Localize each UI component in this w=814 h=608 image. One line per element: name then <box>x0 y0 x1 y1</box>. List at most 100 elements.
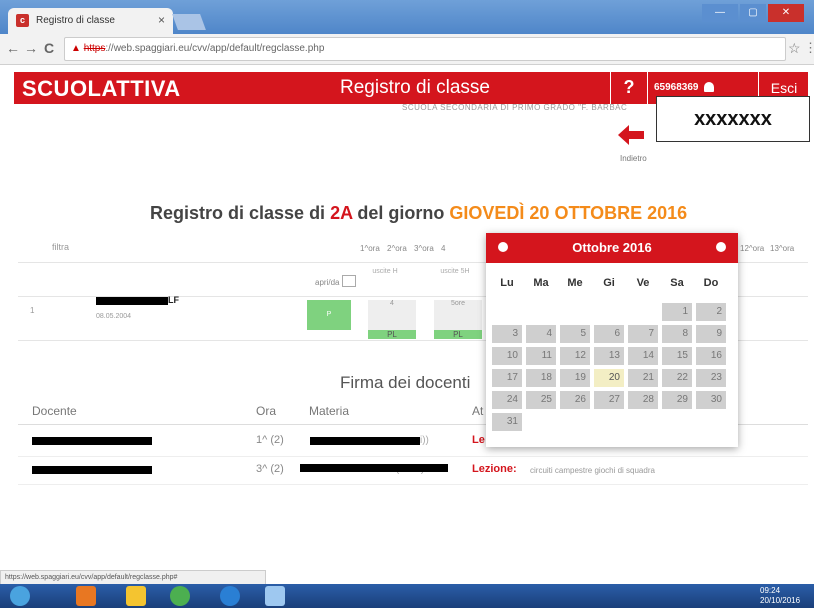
calendar-day[interactable]: 17 <box>492 369 522 387</box>
back-arrow-icon[interactable] <box>618 123 644 147</box>
hour-1: 1^ora <box>360 244 380 253</box>
pl-cell[interactable]: 5ore PL <box>434 300 482 339</box>
hour-2: 2^ora <box>387 244 407 253</box>
help-button[interactable]: ? <box>610 72 647 104</box>
calendar-day[interactable]: 6 <box>594 325 624 343</box>
pl-label: PL <box>453 330 463 339</box>
dow-label: Do <box>703 277 719 289</box>
filter-link[interactable]: filtra <box>52 242 69 252</box>
calendar-day[interactable]: 26 <box>560 391 590 409</box>
dow-label: Lu <box>500 277 514 289</box>
school-name: SCUOLA SECONDARIA DI PRIMO GRADO "F. BAR… <box>402 103 628 112</box>
calendar-day[interactable]: 30 <box>696 391 726 409</box>
page-title-prefix: Registro di classe di <box>150 203 331 223</box>
address-bar[interactable]: ▲ https://web.spaggiari.eu/cvv/app/defau… <box>64 37 786 61</box>
calendar-day[interactable]: 10 <box>492 347 522 365</box>
hour-3: 3^ora <box>414 244 434 253</box>
back-nav-icon[interactable]: ← <box>6 40 20 56</box>
new-tab-button[interactable] <box>172 14 206 30</box>
calendar-day[interactable]: 13 <box>594 347 624 365</box>
chrome-icon[interactable] <box>170 586 190 606</box>
url-path: ://web.spaggiari.eu/cvv/app/default/regc… <box>105 43 325 54</box>
bookmark-star-icon[interactable]: ☆ <box>788 40 801 57</box>
app-title: Registro di classe <box>340 77 490 98</box>
col-head: uscite H <box>372 268 398 275</box>
minimize-button[interactable]: — <box>702 4 738 22</box>
divider <box>18 484 808 485</box>
dow-label: Me <box>567 277 583 289</box>
internet-explorer-icon[interactable] <box>220 586 240 606</box>
redacted-subject <box>300 464 448 472</box>
student-birthdate: 08.05.2004 <box>96 313 132 320</box>
forward-nav-icon[interactable]: → <box>24 40 38 56</box>
class-name: 2A <box>330 203 353 223</box>
calendar-day[interactable]: 24 <box>492 391 522 409</box>
calendar-day[interactable]: 22 <box>662 369 692 387</box>
calendar-day[interactable]: 16 <box>696 347 726 365</box>
calendar-day[interactable]: 5 <box>560 325 590 343</box>
calendar-day[interactable]: 12 <box>560 347 590 365</box>
taskbar <box>0 584 814 608</box>
favicon-icon: c <box>16 14 29 27</box>
calendar-day[interactable]: 9 <box>696 325 726 343</box>
page-date[interactable]: GIOVEDÌ 20 OTTOBRE 2016 <box>449 203 687 223</box>
calendar-day[interactable]: 11 <box>526 347 556 365</box>
calendar-day[interactable]: 29 <box>662 391 692 409</box>
warning-icon: ▲ <box>71 43 81 54</box>
date-picker[interactable]: Ottobre 2016 Lu Ma Me Gi Ve Sa Do 123456… <box>486 233 738 447</box>
calendar-month-title: Ottobre 2016 <box>572 240 652 255</box>
calendar-day[interactable]: 8 <box>662 325 692 343</box>
dow-label: Sa <box>670 277 684 289</box>
apri-checkbox[interactable] <box>342 275 356 287</box>
file-explorer-icon[interactable] <box>126 586 146 606</box>
calendar-day[interactable]: 14 <box>628 347 658 365</box>
calendar-day[interactable]: 2 <box>696 303 726 321</box>
calendar-day[interactable]: 27 <box>594 391 624 409</box>
calendar-day[interactable]: 21 <box>628 369 658 387</box>
calendar-day[interactable]: 4 <box>526 325 556 343</box>
close-window-button[interactable]: ✕ <box>768 4 804 22</box>
calendar-day[interactable]: 28 <box>628 391 658 409</box>
calendar-day[interactable]: 19 <box>560 369 590 387</box>
dow-label: Gi <box>603 277 615 289</box>
col-materia: Materia <box>309 404 350 418</box>
calendar-day[interactable]: 20 <box>594 369 624 387</box>
calendar-day[interactable]: 23 <box>696 369 726 387</box>
app-icon[interactable] <box>265 586 285 606</box>
calendar-day[interactable]: 15 <box>662 347 692 365</box>
calendar-day[interactable]: 25 <box>526 391 556 409</box>
prev-month-icon[interactable] <box>498 242 508 252</box>
presence-cell[interactable]: P <box>307 300 351 330</box>
lesson-label: Le <box>472 434 485 446</box>
calendar-day[interactable]: 3 <box>492 325 522 343</box>
col-docente: Docente <box>32 404 77 418</box>
tab-close-icon[interactable]: × <box>158 13 165 27</box>
redacted-teacher <box>32 437 152 445</box>
back-label[interactable]: Indietro <box>620 154 647 163</box>
browser-tab[interactable]: c Registro di classe × <box>8 8 173 34</box>
pl-value: 4 <box>390 300 394 307</box>
calendar-day[interactable]: 18 <box>526 369 556 387</box>
calendar-day[interactable]: 7 <box>628 325 658 343</box>
calendar-day[interactable]: 1 <box>662 303 692 321</box>
calendar-day[interactable]: 31 <box>492 413 522 431</box>
pl-value: 5ore <box>450 300 465 307</box>
reload-icon[interactable]: C <box>44 40 54 56</box>
user-id: 65968369 <box>654 82 699 93</box>
dow-label: Ve <box>636 277 650 289</box>
start-button-icon[interactable] <box>10 586 30 606</box>
page-title-middle: del giorno <box>352 203 450 223</box>
redacted-subject <box>310 437 420 445</box>
next-month-icon[interactable] <box>716 242 726 252</box>
taskbar-clock: 09:24 20/10/2016 <box>760 586 800 606</box>
media-player-icon[interactable] <box>76 586 96 606</box>
browser-menu-icon[interactable]: ⋮ <box>804 40 814 56</box>
pl-cell[interactable]: 4 PL <box>368 300 416 339</box>
dow-label: Ma <box>533 277 549 289</box>
redacted-label: xxxxxxx <box>656 96 810 142</box>
redacted-student-name <box>96 297 168 305</box>
maximize-button[interactable]: ▢ <box>740 4 766 22</box>
hour-13: 13^ora <box>770 244 795 253</box>
subject-suffix: i)) <box>420 435 429 446</box>
logo[interactable]: SCUOLATTIVA <box>22 76 181 102</box>
